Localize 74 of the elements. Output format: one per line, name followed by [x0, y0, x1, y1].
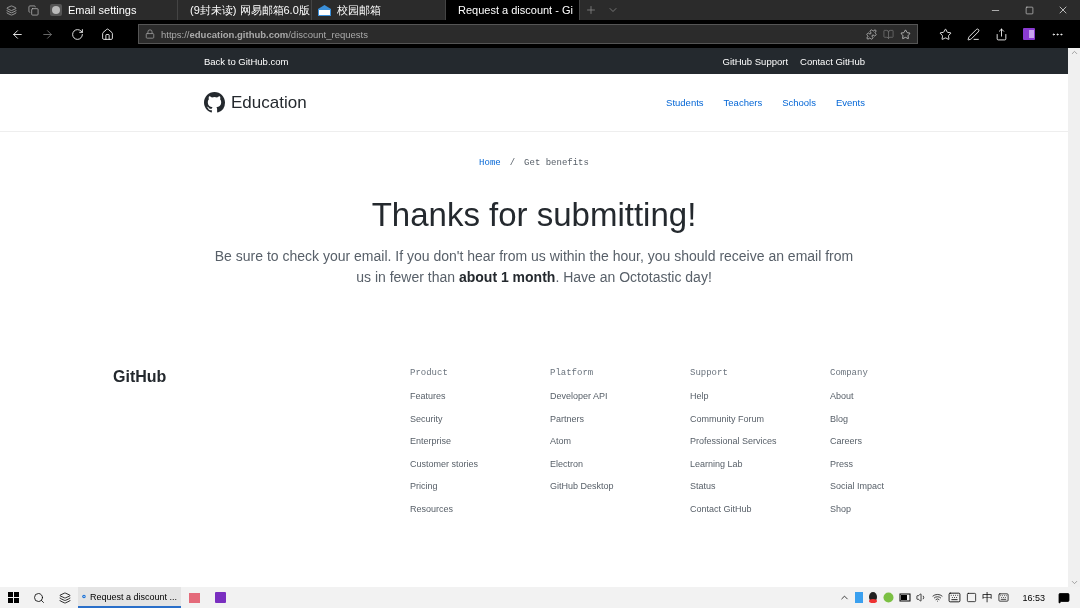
- nav-link[interactable]: Schools: [782, 97, 816, 108]
- notebook-icon[interactable]: [214, 592, 226, 603]
- nav-link[interactable]: Students: [666, 97, 704, 108]
- clock[interactable]: 16:53: [1022, 592, 1045, 603]
- notebook-icon[interactable]: [1023, 28, 1035, 40]
- favorite-icon[interactable]: [900, 28, 911, 40]
- pen-icon[interactable]: [966, 27, 980, 41]
- maximize-icon[interactable]: [1024, 5, 1034, 15]
- back-icon[interactable]: [10, 27, 24, 41]
- brand-title: Education: [231, 92, 307, 113]
- notification-icon[interactable]: [1058, 591, 1070, 604]
- mail-app-icon[interactable]: [188, 592, 200, 603]
- footer-heading: Platform: [550, 368, 595, 378]
- nav-link[interactable]: Events: [835, 97, 865, 108]
- footer-link[interactable]: Community Forum: [690, 413, 830, 425]
- new-tab-icon[interactable]: [585, 4, 597, 16]
- footer-link[interactable]: Electron: [550, 458, 690, 470]
- battery-icon[interactable]: [899, 593, 912, 602]
- footer-link[interactable]: Help: [690, 391, 830, 402]
- footer-link[interactable]: Learning Lab: [690, 458, 830, 470]
- footer-link[interactable]: Professional Services: [690, 436, 830, 448]
- footer-link[interactable]: Shop: [830, 503, 970, 515]
- footer-link[interactable]: Features: [410, 391, 550, 402]
- footer-link[interactable]: Partners: [550, 413, 690, 425]
- page-heading: Thanks for submitting!: [370, 196, 698, 234]
- extension-icon[interactable]: [866, 28, 877, 40]
- footer-link[interactable]: Resources: [410, 503, 550, 515]
- footer-link[interactable]: GitHub Desktop: [550, 481, 690, 493]
- set-aside-icon[interactable]: [27, 4, 39, 16]
- breadcrumb-current: Get benefits: [524, 158, 589, 168]
- footer-link[interactable]: Pricing: [410, 481, 550, 493]
- input-method[interactable]: 中: [982, 590, 994, 605]
- footer-link[interactable]: Customer stories: [410, 458, 550, 470]
- confirmation-message: Be sure to check your email. If you don't hear from us within the hour, you should receive an email from us in fewer than about 1 month. Have an Octotastic day!: [213, 247, 855, 287]
- back-link[interactable]: Back to GitHub.com: [204, 55, 289, 67]
- breadcrumb-link[interactable]: Home: [479, 158, 501, 168]
- footer-link[interactable]: About: [830, 391, 970, 402]
- forward-icon[interactable]: [40, 27, 54, 41]
- windows-icon[interactable]: [7, 592, 19, 603]
- taskbar-app[interactable]: Request a discount ...: [78, 587, 181, 608]
- nav-link[interactable]: Teachers: [723, 97, 763, 108]
- footer-link[interactable]: Security: [410, 413, 550, 425]
- top-link[interactable]: GitHub Support: [722, 55, 789, 67]
- footer-link[interactable]: Enterprise: [410, 436, 550, 448]
- footer-heading: Product: [410, 368, 449, 378]
- footer-link[interactable]: Atom: [550, 436, 690, 448]
- browser-tab[interactable]: Request a discount - Gi: [446, 0, 580, 20]
- footer-link[interactable]: Status: [690, 481, 830, 493]
- footer-heading: Company: [830, 368, 869, 378]
- close-icon[interactable]: [1057, 4, 1069, 16]
- top-link[interactable]: Contact GitHub: [800, 55, 865, 67]
- footer-link[interactable]: Contact GitHub: [690, 503, 830, 515]
- envelope-icon: [318, 4, 331, 16]
- favorites-icon[interactable]: [938, 27, 952, 41]
- github-logo-icon: [204, 92, 225, 113]
- footer-link[interactable]: Blog: [830, 413, 970, 425]
- footer-link[interactable]: Developer API: [550, 391, 690, 402]
- footer-link[interactable]: Press: [830, 458, 970, 470]
- footer-logo: GitHub: [113, 368, 167, 385]
- keyboard-icon[interactable]: [948, 591, 962, 604]
- home-icon[interactable]: [100, 27, 114, 41]
- footer-link[interactable]: Social Impact: [830, 481, 970, 493]
- wifi-icon[interactable]: [932, 592, 944, 603]
- footer-link[interactable]: Careers: [830, 436, 970, 448]
- address-bar[interactable]: https://education.github.com/discount_requests: [138, 24, 918, 44]
- refresh-icon[interactable]: [70, 27, 84, 41]
- task-view-icon[interactable]: [59, 591, 71, 604]
- footer-heading: Support: [690, 368, 729, 378]
- search-icon[interactable]: [33, 591, 45, 604]
- share-icon[interactable]: [994, 27, 1008, 41]
- lock-icon: [145, 29, 155, 39]
- breadcrumb-separator: /: [509, 158, 516, 168]
- reading-view-icon[interactable]: [883, 28, 894, 40]
- tabs-icon[interactable]: [5, 4, 17, 16]
